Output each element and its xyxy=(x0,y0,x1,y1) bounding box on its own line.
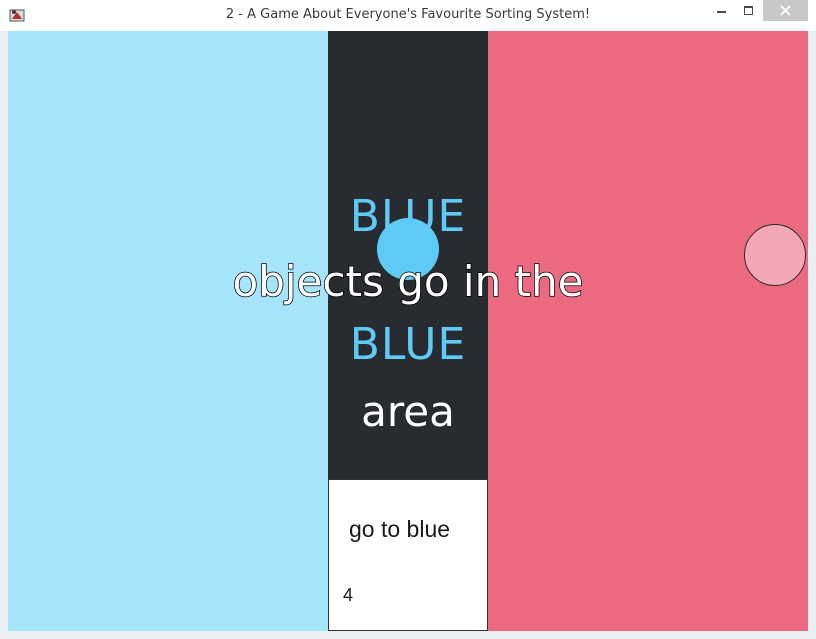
title-bar: 2 - A Game About Everyone's Favourite So… xyxy=(0,0,816,31)
minimize-button[interactable] xyxy=(707,0,735,21)
window-frame-left xyxy=(0,31,8,639)
window-title: 2 - A Game About Everyone's Favourite So… xyxy=(225,7,591,22)
instruction-text: objects go in the xyxy=(232,256,584,307)
close-button[interactable] xyxy=(763,0,808,21)
close-icon xyxy=(780,5,791,16)
instruction-color-word: BLUE xyxy=(349,191,467,242)
remaining-count: 4 xyxy=(343,585,354,605)
window-frame-bottom xyxy=(0,631,816,639)
hint-panel: go to blue 4 xyxy=(328,479,488,631)
maximize-button[interactable] xyxy=(735,0,762,21)
instruction-target-word: BLUE xyxy=(349,319,467,370)
game-canvas[interactable]: BLUE objects go in the BLUE area go to b… xyxy=(8,31,808,631)
window-frame-right xyxy=(808,31,816,639)
hint-label: go to blue xyxy=(349,516,451,542)
instruction-area-word: area xyxy=(361,387,455,436)
